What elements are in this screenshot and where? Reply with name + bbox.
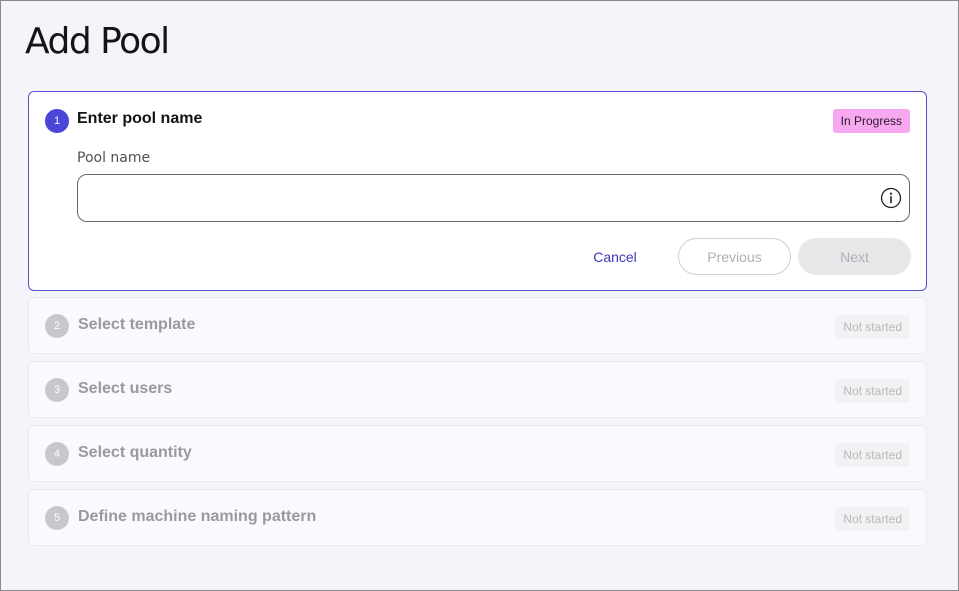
- status-badge: Not started: [835, 379, 910, 403]
- pool-name-label: Pool name: [77, 150, 151, 166]
- previous-button[interactable]: Previous: [678, 238, 791, 275]
- step-number: 1: [45, 109, 69, 133]
- step-title: Select template: [78, 316, 196, 333]
- info-icon[interactable]: [880, 187, 902, 209]
- pool-name-input[interactable]: [77, 174, 910, 222]
- cancel-button[interactable]: Cancel: [577, 239, 653, 275]
- step-select-users[interactable]: 3 Select users Not started: [28, 361, 927, 418]
- step-title: Define machine naming pattern: [78, 508, 317, 525]
- step-enter-pool-name: 1 Enter pool name In Progress Pool name …: [28, 91, 927, 291]
- status-badge: In Progress: [832, 109, 910, 133]
- status-badge: Not started: [835, 507, 910, 531]
- step-select-template[interactable]: 2 Select template Not started: [28, 297, 927, 354]
- page-title: Add Pool: [25, 21, 170, 62]
- step-number: 3: [45, 378, 69, 402]
- step-number: 4: [45, 442, 69, 466]
- status-badge: Not started: [835, 443, 910, 467]
- step-select-quantity[interactable]: 4 Select quantity Not started: [28, 425, 927, 482]
- status-badge: Not started: [835, 315, 910, 339]
- step-number: 5: [45, 506, 69, 530]
- app-window: Add Pool 1 Enter pool name In Progress P…: [0, 0, 959, 591]
- step-title: Select users: [78, 380, 173, 397]
- step-title: Enter pool name: [77, 110, 203, 127]
- next-button[interactable]: Next: [798, 238, 911, 275]
- step-title: Select quantity: [78, 444, 192, 461]
- step-define-naming-pattern[interactable]: 5 Define machine naming pattern Not star…: [28, 489, 927, 546]
- step-number: 2: [45, 314, 69, 338]
